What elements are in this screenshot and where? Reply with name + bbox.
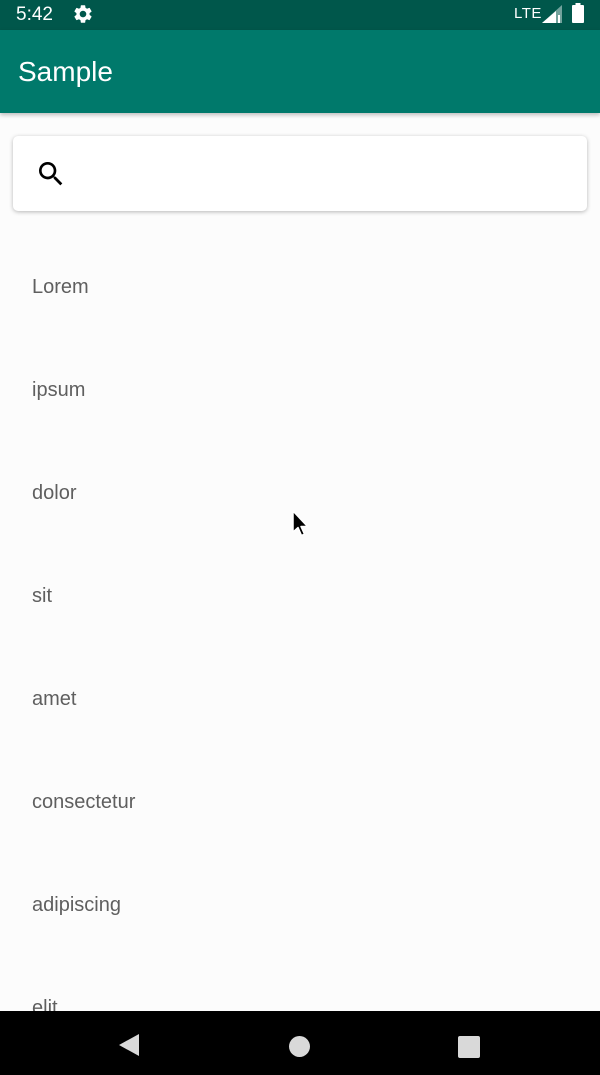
search-bar[interactable] [13,136,587,211]
list-item-label: Lorem [32,276,89,298]
list-item[interactable]: sit [0,544,600,647]
list-item[interactable]: Lorem [0,235,600,338]
list-item[interactable]: amet [0,647,600,750]
mouse-pointer-icon [292,510,309,537]
app-title: Sample [18,56,113,87]
list-item[interactable]: elit [0,956,600,1011]
search-icon[interactable] [35,158,67,190]
network-type-label: LTE [514,5,542,22]
list-item-label: elit [32,997,58,1011]
list-item-label: sit [32,585,52,607]
list-item-label: amet [32,688,77,710]
list-item[interactable]: adipiscing [0,853,600,956]
item-list[interactable]: Lorem ipsum dolor sit amet consectetur a… [0,235,600,1011]
gear-icon [74,5,92,23]
back-triangle-icon[interactable] [118,1033,140,1057]
list-item[interactable]: consectetur [0,750,600,853]
status-time: 5:42 [16,4,53,25]
search-input[interactable] [85,150,569,198]
list-item-label: dolor [32,482,77,504]
home-circle-icon[interactable] [289,1036,310,1057]
recents-square-icon[interactable] [458,1036,480,1058]
battery-icon [572,3,584,23]
list-item[interactable]: ipsum [0,338,600,441]
signal-icon [542,5,562,23]
list-item-label: consectetur [32,791,136,813]
status-bar: 5:42 LTE [0,0,600,30]
list-item-label: ipsum [32,379,86,401]
app-bar: Sample [0,30,600,113]
list-item-label: adipiscing [32,894,121,916]
system-nav-bar [0,1011,600,1075]
